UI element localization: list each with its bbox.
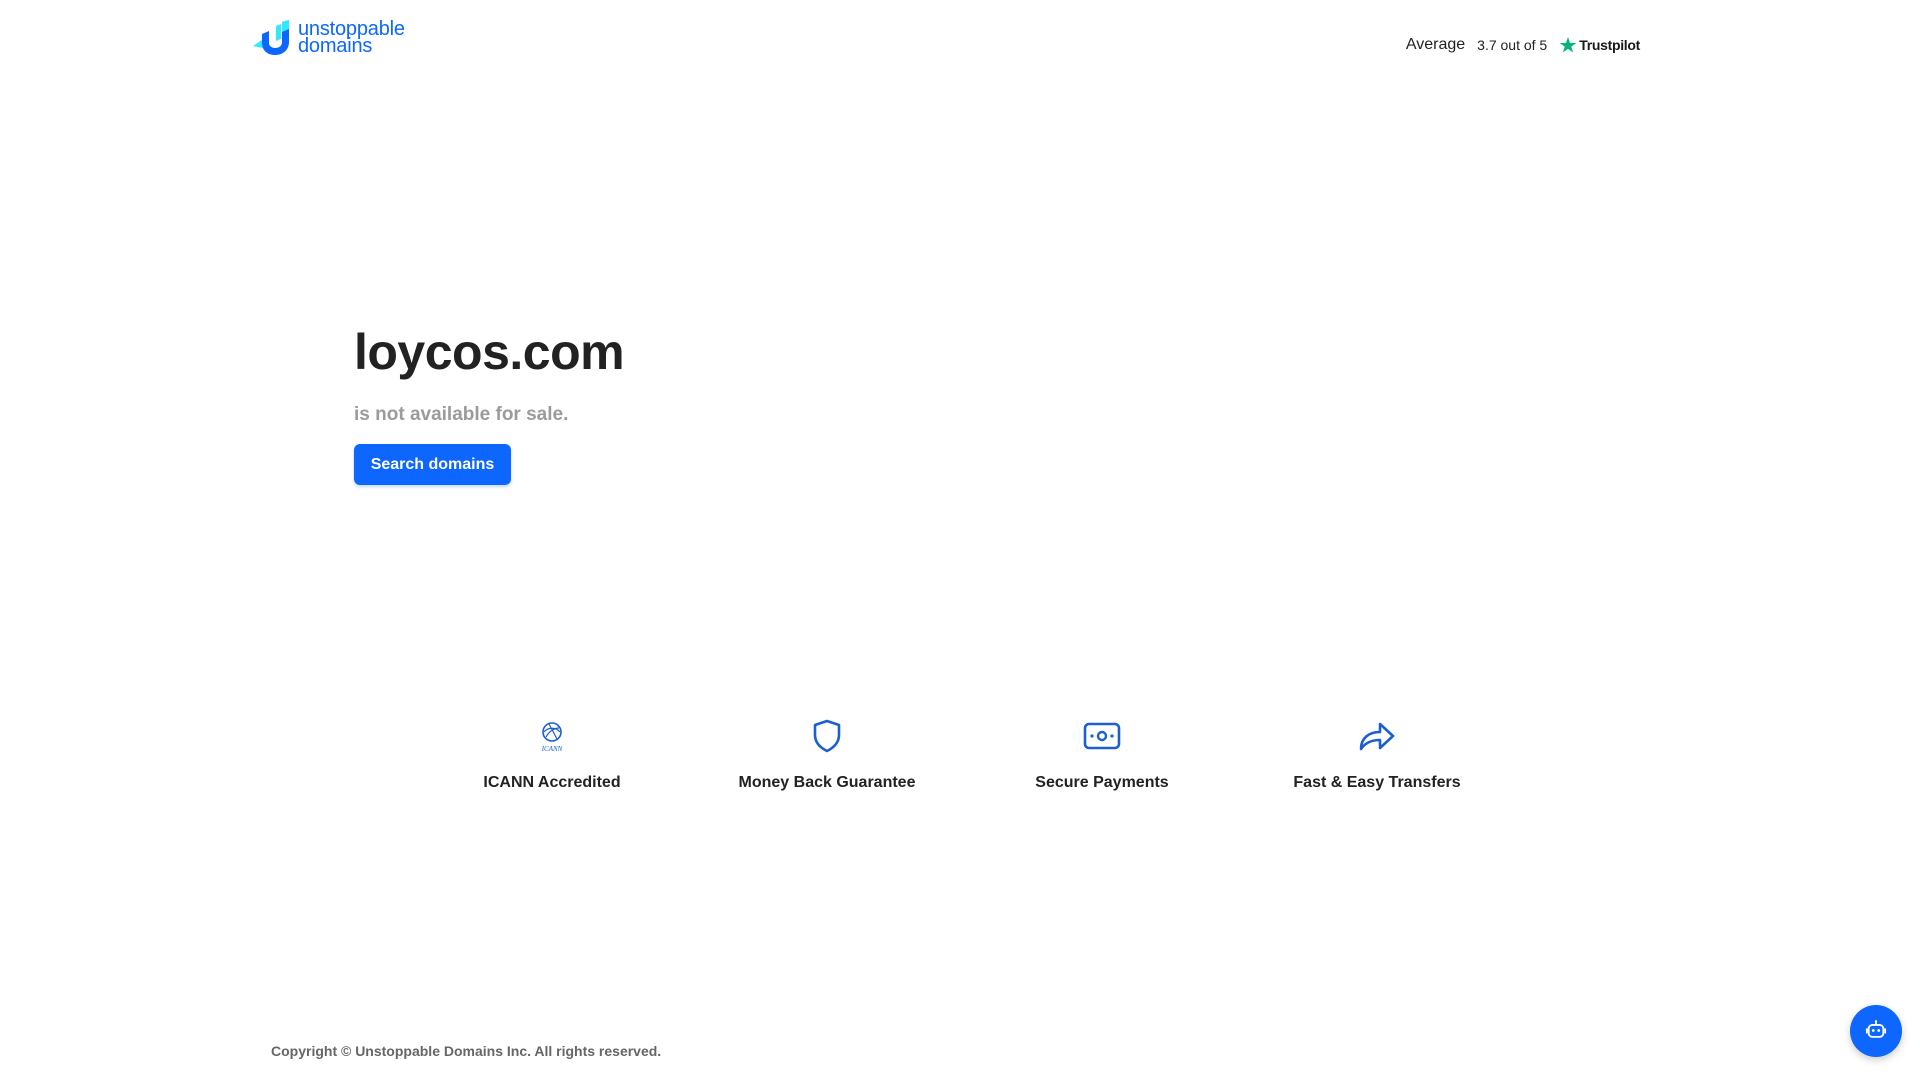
cash-icon [1083, 718, 1121, 754]
icann-badge-text: ICANN [541, 745, 563, 753]
feature-label: Money Back Guarantee [738, 774, 916, 791]
robot-icon [1865, 1019, 1887, 1044]
page: unstoppable domains Average 3.7 out of 5… [0, 0, 1920, 1080]
shield-icon [812, 718, 842, 754]
trustpilot-rating[interactable]: Average 3.7 out of 5 Trustpilot [1406, 36, 1640, 54]
unstoppable-domains-logo[interactable]: unstoppable domains [252, 19, 405, 57]
trustpilot-logo: Trustpilot [1559, 36, 1640, 54]
feature-secure-payments: Secure Payments [972, 718, 1232, 792]
feature-label: Fast & Easy Transfers [1293, 774, 1461, 791]
domain-name-heading: loycos.com [354, 324, 625, 380]
rating-average-label: Average [1405, 36, 1466, 53]
availability-status: is not available for sale. [354, 404, 569, 425]
feature-money-back: Money Back Guarantee [697, 718, 957, 792]
search-domains-button[interactable]: Search domains [354, 444, 511, 485]
unstoppable-logo-icon [252, 20, 290, 56]
icann-icon: ICANN [535, 718, 569, 754]
chatbot-button[interactable] [1850, 1005, 1902, 1057]
forward-arrow-icon [1358, 718, 1396, 754]
trustpilot-wordmark: Trustpilot [1579, 37, 1640, 53]
rating-score: 3.7 out of 5 [1477, 37, 1548, 53]
feature-label: Secure Payments [1035, 774, 1169, 791]
logo-wordmark: unstoppable domains [298, 19, 405, 57]
logo-line-2: domains [298, 35, 373, 57]
feature-label: ICANN Accredited [483, 774, 621, 791]
hero-section: loycos.com is not available for sale. Se… [354, 322, 625, 485]
trustpilot-star-icon [1559, 36, 1577, 54]
feature-transfers: Fast & Easy Transfers [1247, 718, 1507, 792]
feature-icann: ICANN ICANN Accredited [422, 718, 682, 792]
copyright-text: Copyright © Unstoppable Domains Inc. All… [271, 1043, 662, 1059]
